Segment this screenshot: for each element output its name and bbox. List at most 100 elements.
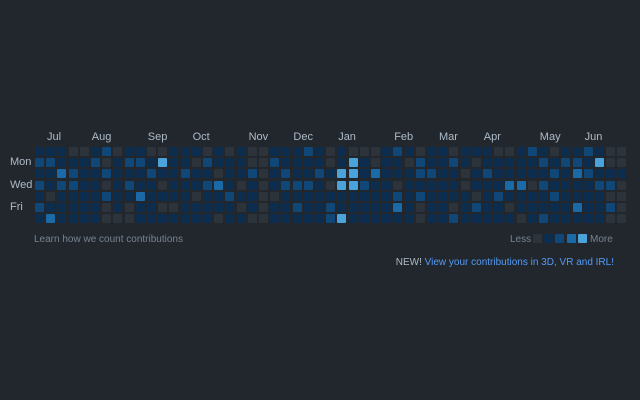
contribution-day-cell[interactable]	[550, 214, 560, 224]
contribution-day-cell[interactable]	[191, 191, 201, 201]
contribution-day-cell[interactable]	[203, 191, 212, 201]
contribution-day-cell[interactable]	[79, 147, 89, 156]
contribution-day-cell[interactable]	[102, 147, 112, 156]
contribution-day-cell[interactable]	[135, 180, 145, 190]
contribution-day-cell[interactable]	[158, 158, 168, 168]
contribution-day-cell[interactable]	[91, 169, 100, 179]
contribution-day-cell[interactable]	[617, 191, 627, 201]
contribution-day-cell[interactable]	[449, 158, 459, 168]
contribution-day-cell[interactable]	[292, 158, 302, 168]
contribution-day-cell[interactable]	[550, 203, 560, 212]
contribution-day-cell[interactable]	[337, 191, 347, 201]
contribution-day-cell[interactable]	[572, 169, 582, 179]
contribution-day-cell[interactable]	[393, 158, 403, 168]
contribution-day-cell[interactable]	[371, 214, 380, 224]
contribution-day-cell[interactable]	[449, 203, 459, 212]
contribution-day-cell[interactable]	[236, 214, 246, 224]
contribution-day-cell[interactable]	[57, 169, 67, 179]
contribution-day-cell[interactable]	[270, 169, 280, 179]
contribution-day-cell[interactable]	[348, 158, 358, 168]
contribution-day-cell[interactable]	[449, 191, 459, 201]
contribution-day-cell[interactable]	[68, 214, 78, 224]
contribution-day-cell[interactable]	[292, 191, 302, 201]
contribution-day-cell[interactable]	[415, 180, 425, 190]
contribution-day-cell[interactable]	[303, 214, 313, 224]
contribution-day-cell[interactable]	[393, 180, 403, 190]
contribution-day-cell[interactable]	[359, 158, 369, 168]
contribution-day-cell[interactable]	[516, 158, 526, 168]
contribution-day-cell[interactable]	[427, 180, 436, 190]
contribution-day-cell[interactable]	[113, 169, 123, 179]
contribution-day-cell[interactable]	[404, 147, 414, 156]
contribution-day-cell[interactable]	[516, 203, 526, 212]
contribution-day-cell[interactable]	[292, 180, 302, 190]
contribution-day-cell[interactable]	[46, 158, 56, 168]
contribution-day-cell[interactable]	[606, 147, 616, 156]
contribution-day-cell[interactable]	[203, 147, 212, 156]
contribution-day-cell[interactable]	[460, 191, 470, 201]
contribution-day-cell[interactable]	[124, 203, 134, 212]
contribution-day-cell[interactable]	[247, 169, 257, 179]
contribution-day-cell[interactable]	[572, 158, 582, 168]
contribution-day-cell[interactable]	[494, 191, 504, 201]
contribution-day-cell[interactable]	[203, 180, 212, 190]
contribution-day-cell[interactable]	[471, 214, 481, 224]
contribution-day-cell[interactable]	[505, 180, 515, 190]
contribution-day-cell[interactable]	[113, 147, 123, 156]
contribution-day-cell[interactable]	[270, 214, 280, 224]
contribution-day-cell[interactable]	[135, 158, 145, 168]
contribution-day-cell[interactable]	[483, 214, 492, 224]
contribution-day-cell[interactable]	[214, 180, 224, 190]
contribution-day-cell[interactable]	[259, 158, 268, 168]
contribution-day-cell[interactable]	[550, 169, 560, 179]
contribution-day-cell[interactable]	[225, 214, 235, 224]
contribution-day-cell[interactable]	[326, 214, 336, 224]
contribution-day-cell[interactable]	[214, 214, 224, 224]
contribution-day-cell[interactable]	[516, 191, 526, 201]
contribution-day-cell[interactable]	[617, 214, 627, 224]
contribution-day-cell[interactable]	[583, 191, 593, 201]
contribution-day-cell[interactable]	[505, 203, 515, 212]
contribution-day-cell[interactable]	[415, 158, 425, 168]
contribution-day-cell[interactable]	[550, 191, 560, 201]
contribution-day-cell[interactable]	[91, 158, 100, 168]
contribution-day-cell[interactable]	[214, 147, 224, 156]
contribution-day-cell[interactable]	[415, 147, 425, 156]
contribution-day-cell[interactable]	[35, 180, 44, 190]
contribution-day-cell[interactable]	[471, 180, 481, 190]
contribution-day-cell[interactable]	[595, 180, 604, 190]
contribution-day-cell[interactable]	[68, 180, 78, 190]
contribution-day-cell[interactable]	[617, 180, 627, 190]
contribution-day-cell[interactable]	[214, 191, 224, 201]
contribution-day-cell[interactable]	[438, 214, 448, 224]
contribution-day-cell[interactable]	[382, 169, 392, 179]
contribution-day-cell[interactable]	[449, 169, 459, 179]
contribution-day-cell[interactable]	[326, 158, 336, 168]
contribution-day-cell[interactable]	[348, 203, 358, 212]
contribution-day-cell[interactable]	[158, 191, 168, 201]
contribution-day-cell[interactable]	[326, 147, 336, 156]
contribution-day-cell[interactable]	[494, 169, 504, 179]
contribution-day-cell[interactable]	[169, 169, 179, 179]
contribution-day-cell[interactable]	[180, 191, 190, 201]
contribution-day-cell[interactable]	[281, 169, 291, 179]
contribution-day-cell[interactable]	[415, 203, 425, 212]
contribution-day-cell[interactable]	[135, 214, 145, 224]
contribution-day-cell[interactable]	[595, 203, 604, 212]
contribution-day-cell[interactable]	[303, 203, 313, 212]
contribution-day-cell[interactable]	[483, 169, 492, 179]
contribution-day-cell[interactable]	[225, 191, 235, 201]
contribution-day-cell[interactable]	[91, 147, 100, 156]
contribution-day-cell[interactable]	[35, 214, 44, 224]
promo-3d-link[interactable]: View your contributions in 3D, VR and IR…	[425, 257, 614, 268]
contribution-day-cell[interactable]	[449, 180, 459, 190]
contribution-day-cell[interactable]	[516, 147, 526, 156]
contribution-day-cell[interactable]	[606, 191, 616, 201]
contribution-day-cell[interactable]	[259, 169, 268, 179]
contribution-day-cell[interactable]	[191, 147, 201, 156]
contribution-day-cell[interactable]	[35, 158, 44, 168]
contribution-day-cell[interactable]	[236, 147, 246, 156]
contribution-day-cell[interactable]	[527, 180, 537, 190]
contribution-day-cell[interactable]	[393, 191, 403, 201]
contribution-day-cell[interactable]	[57, 158, 67, 168]
